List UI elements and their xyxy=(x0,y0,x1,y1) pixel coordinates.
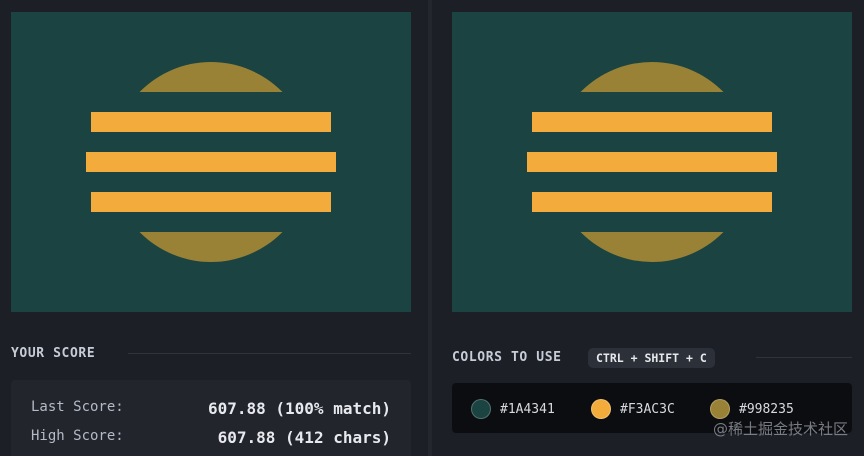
watermark: @稀土掘金技术社区 xyxy=(712,420,848,438)
art-stripe xyxy=(91,192,331,212)
colors-heading: COLORS TO USE xyxy=(452,350,562,365)
color-swatch-dark-teal-icon xyxy=(471,399,491,419)
color-swatch-olive-icon xyxy=(710,399,730,419)
score-heading-rule xyxy=(128,353,411,354)
high-score-value: 607.88 (412 chars) xyxy=(217,428,391,447)
last-score-label: Last Score: xyxy=(31,399,124,415)
art-stripe xyxy=(86,152,336,172)
target-artwork xyxy=(452,12,852,312)
art-gap-band xyxy=(11,212,411,232)
art-stripe xyxy=(532,192,772,212)
art-gap-band xyxy=(452,92,852,112)
color-swatch-olive[interactable]: #998235 xyxy=(710,399,794,419)
high-score-label: High Score: xyxy=(31,428,124,444)
color-hex-gold[interactable]: #F3AC3C xyxy=(620,402,675,417)
art-stripe xyxy=(527,152,777,172)
color-hex-dark[interactable]: #1A4341 xyxy=(500,402,555,417)
score-panel: Last Score: 607.88 (100% match) High Sco… xyxy=(11,380,411,456)
output-canvas[interactable] xyxy=(11,12,411,312)
art-stripe xyxy=(91,112,331,132)
art-stripe xyxy=(532,112,772,132)
copy-colors-shortcut: CTRL + SHIFT + C xyxy=(588,348,715,368)
art-gap-band xyxy=(452,212,852,232)
target-canvas xyxy=(452,12,852,312)
color-hex-olive[interactable]: #998235 xyxy=(739,402,794,417)
last-score-value: 607.88 (100% match) xyxy=(207,399,391,418)
color-swatch-gold[interactable]: #F3AC3C xyxy=(591,399,675,419)
color-swatch-gold-icon xyxy=(591,399,611,419)
output-artwork xyxy=(11,12,411,312)
art-gap-band xyxy=(11,92,411,112)
score-heading: YOUR SCORE xyxy=(11,346,96,361)
colors-heading-rule xyxy=(756,357,852,358)
color-swatch-dark[interactable]: #1A4341 xyxy=(471,399,555,419)
